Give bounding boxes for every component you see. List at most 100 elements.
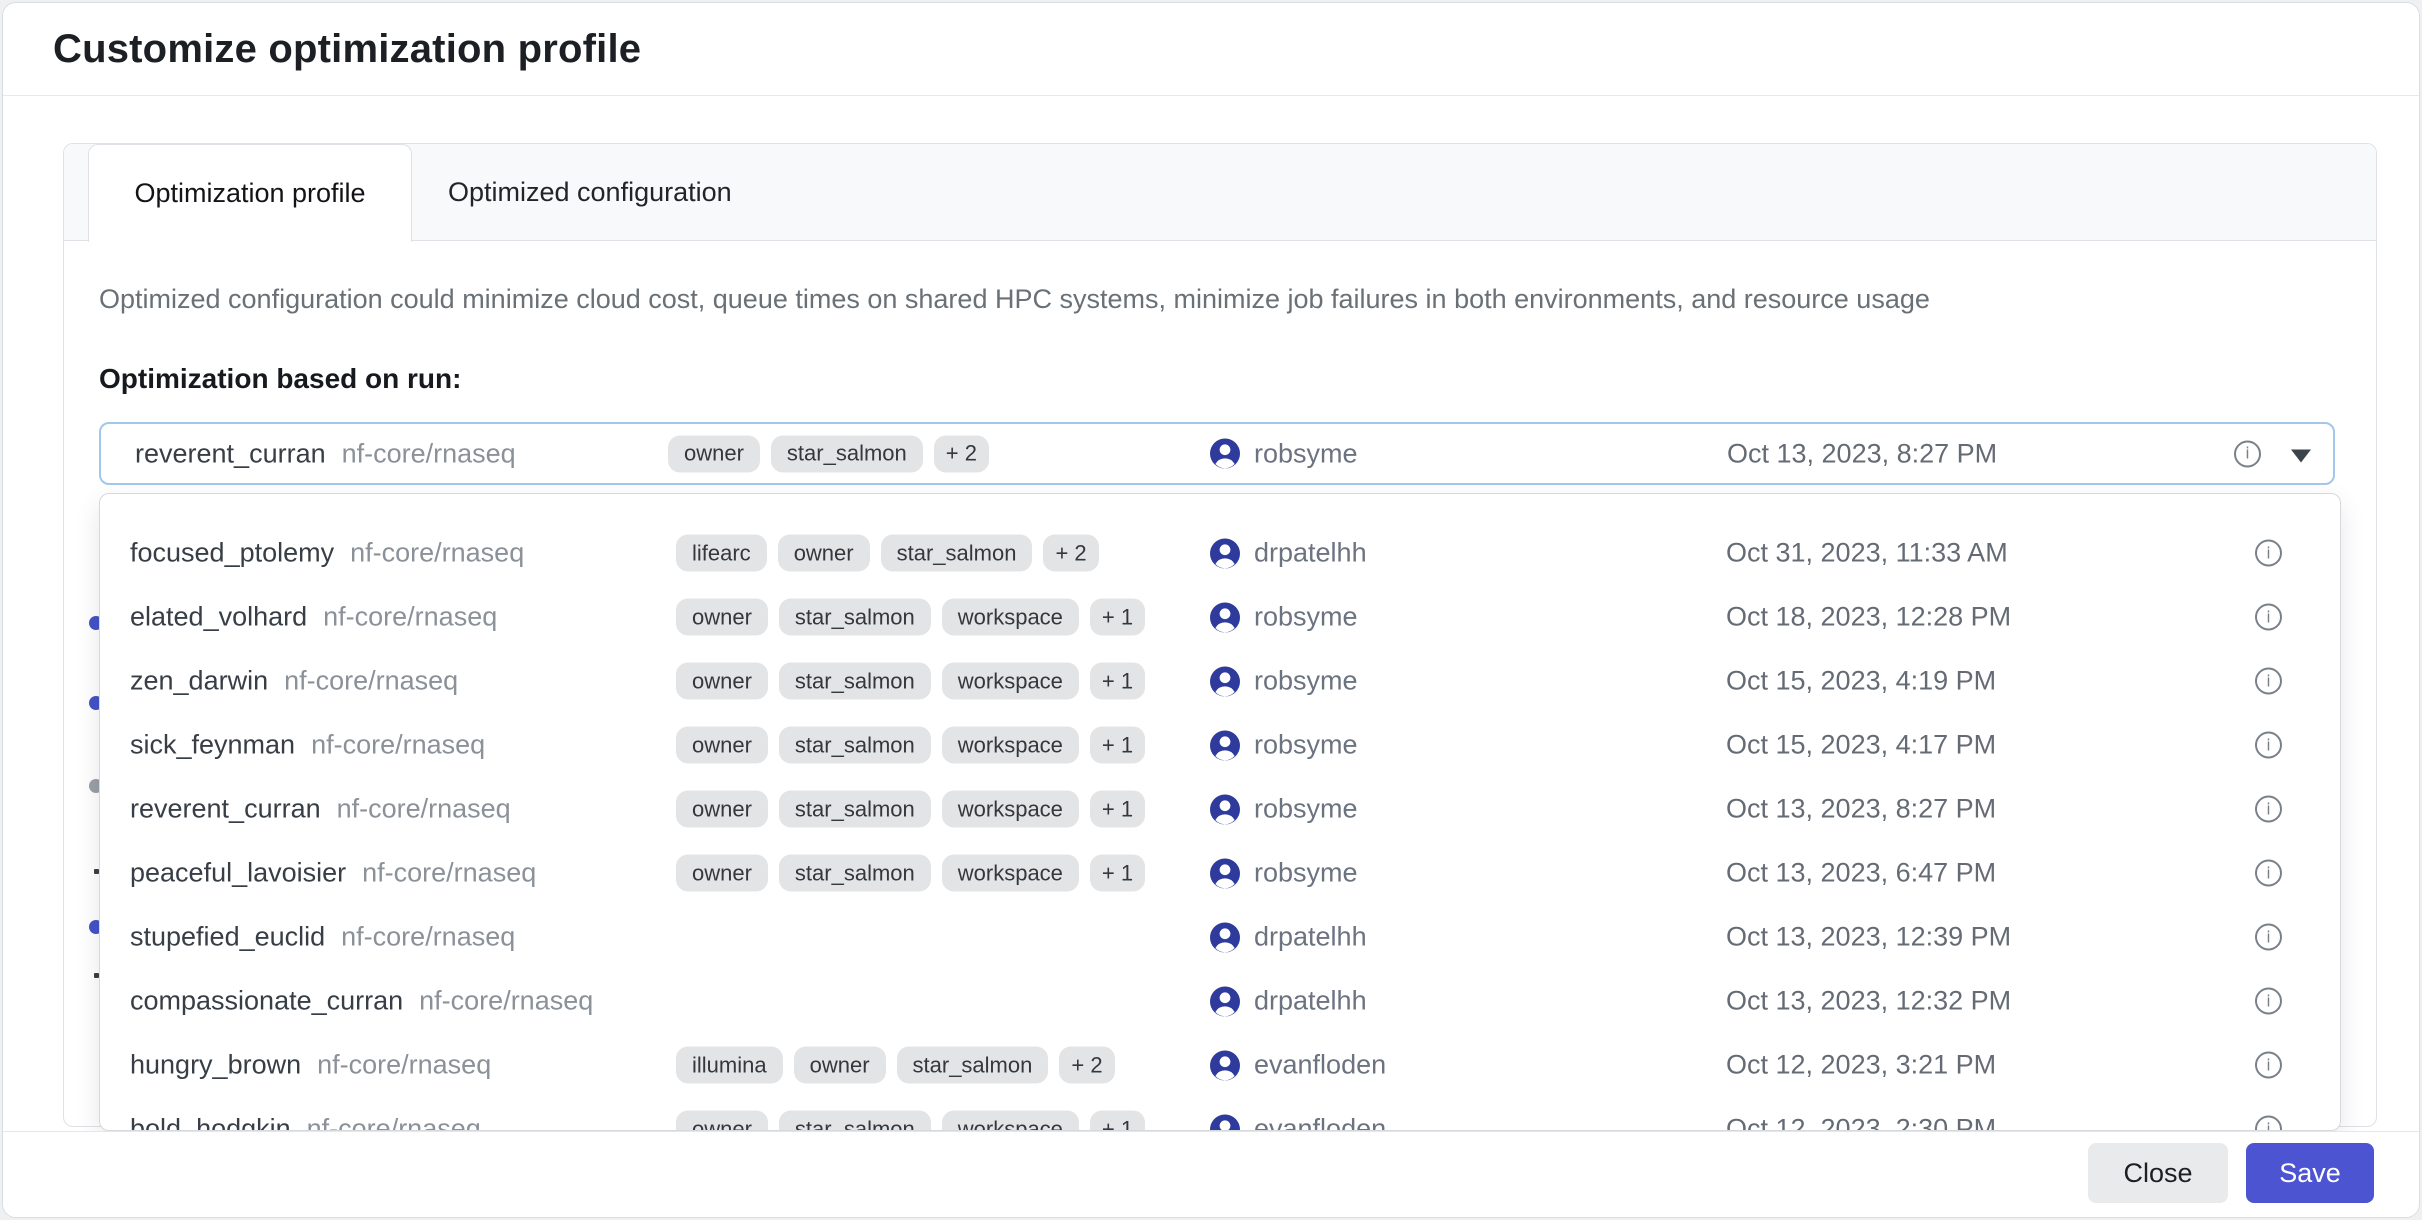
run-user-name: robsyme (1254, 730, 1358, 761)
run-name: reverent_curran (130, 794, 321, 825)
run-option[interactable]: peaceful_lavoisier nf-core/rnaseq owners… (100, 841, 2340, 905)
run-extra-tags-badge: + 1 (1090, 727, 1145, 764)
run-user-name: drpatelhh (1254, 922, 1367, 953)
run-tag: star_salmon (897, 1047, 1049, 1084)
run-user: robsyme (1210, 858, 1358, 889)
run-list: focused_ptolemy nf-core/rnaseq lifearcow… (100, 521, 2340, 1131)
run-option[interactable]: elated_volhard nf-core/rnaseq ownerstar_… (100, 585, 2340, 649)
run-extra-tags-badge: + 2 (934, 435, 989, 472)
run-name: hungry_brown (130, 1050, 301, 1081)
run-option[interactable]: reverent_curran nf-core/rnaseq ownerstar… (100, 777, 2340, 841)
run-tags: illumina owner star_salmon + 2 (676, 1047, 1115, 1084)
run-user-name: evanfloden (1254, 1114, 1386, 1132)
info-icon[interactable] (2234, 440, 2261, 467)
run-date: Oct 15, 2023, 4:17 PM (1726, 730, 1996, 761)
info-icon[interactable] (2255, 604, 2282, 631)
run-pipeline: nf-core/rnaseq (311, 730, 485, 761)
run-user-name: drpatelhh (1254, 538, 1367, 569)
run-option[interactable]: hungry_brown nf-core/rnaseq illumina owne… (100, 1033, 2340, 1097)
run-date: Oct 13, 2023, 6:47 PM (1726, 858, 1996, 889)
chevron-down-icon (2291, 449, 2311, 462)
run-tags: ownerstar_salmonworkspace+ 1 (676, 1111, 1145, 1132)
info-icon[interactable] (2255, 924, 2282, 951)
run-tags: ownerstar_salmonworkspace+ 1 (676, 663, 1145, 700)
run-tag: workspace (942, 599, 1079, 636)
run-pipeline: nf-core/rnaseq (284, 666, 458, 697)
info-icon[interactable] (2255, 540, 2282, 567)
run-date: Oct 12, 2023, 2:30 PM (1726, 1114, 1996, 1132)
info-icon[interactable] (2255, 860, 2282, 887)
run-pipeline: nf-core/rnaseq (337, 794, 511, 825)
modal-footer: Close Save (3, 1132, 2419, 1218)
run-pipeline: nf-core/rnaseq (317, 1050, 491, 1081)
run-user: drpatelhh (1210, 922, 1367, 953)
run-option[interactable]: bold_hodgkin nf-core/rnaseq ownerstar_sa… (100, 1097, 2340, 1131)
run-date: Oct 13, 2023, 12:32 PM (1726, 986, 2011, 1017)
run-pipeline: nf-core/rnaseq (419, 986, 593, 1017)
modal: Customize optimization profile Optimizat… (2, 2, 2420, 1218)
user-avatar-icon (1210, 1114, 1240, 1131)
run-tag: owner (794, 1047, 886, 1084)
run-select-control[interactable]: reverent_curran nf-core/rnaseq ownerstar… (99, 422, 2335, 485)
info-icon[interactable] (2255, 732, 2282, 759)
tab-optimized-configuration[interactable]: Optimized configuration (412, 144, 768, 240)
run-title: peaceful_lavoisier nf-core/rnaseq (130, 858, 536, 889)
run-tag: illumina (676, 1047, 783, 1084)
run-name: elated_volhard (130, 602, 307, 633)
run-pipeline: nf-core/rnaseq (307, 1114, 481, 1132)
run-pipeline: nf-core/rnaseq (362, 858, 536, 889)
run-tag: star_salmon (779, 727, 931, 764)
info-icon[interactable] (2255, 796, 2282, 823)
run-tag: owner (676, 599, 768, 636)
run-tag: star_salmon (779, 1111, 931, 1132)
run-extra-tags-badge: + 2 (1059, 1047, 1114, 1084)
run-user: evanfloden (1210, 1114, 1386, 1132)
run-title: stupefied_euclid nf-core/rnaseq (130, 922, 515, 953)
run-pipeline: nf-core/rnaseq (350, 538, 524, 569)
run-title: compassionate_curran nf-core/rnaseq (130, 986, 593, 1017)
run-option[interactable]: zen_darwin nf-core/rnaseq ownerstar_salm… (100, 649, 2340, 713)
close-button[interactable]: Close (2088, 1143, 2228, 1203)
run-tag: owner (676, 855, 768, 892)
tab-label: Optimized configuration (448, 177, 732, 208)
run-user: robsyme (1210, 730, 1358, 761)
run-option[interactable]: sick_feynman nf-core/rnaseq ownerstar_sa… (100, 713, 2340, 777)
run-user: robsyme (1210, 602, 1358, 633)
user-avatar-icon (1210, 794, 1240, 824)
run-date: Oct 13, 2023, 12:39 PM (1726, 922, 2011, 953)
selected-run-user-name: robsyme (1254, 438, 1358, 469)
run-user-name: evanfloden (1254, 1050, 1386, 1081)
tab-optimization-profile[interactable]: Optimization profile (88, 144, 412, 242)
run-tag: workspace (942, 855, 1079, 892)
run-tag: star_salmon (881, 535, 1033, 572)
run-date: Oct 18, 2023, 12:28 PM (1726, 602, 2011, 633)
save-button[interactable]: Save (2246, 1143, 2374, 1203)
run-name: bold_hodgkin (130, 1114, 291, 1132)
run-user: drpatelhh (1210, 986, 1367, 1017)
run-user: robsyme (1210, 666, 1358, 697)
run-pipeline: nf-core/rnaseq (323, 602, 497, 633)
run-user-name: drpatelhh (1254, 986, 1367, 1017)
tab-strip: Optimization profile Optimized configura… (64, 144, 2376, 241)
run-tag: workspace (942, 791, 1079, 828)
run-option[interactable]: stupefied_euclid nf-core/rnaseq drpatelh… (100, 905, 2340, 969)
run-title: reverent_curran nf-core/rnaseq (130, 794, 511, 825)
run-option[interactable]: focused_ptolemy nf-core/rnaseq lifearcow… (100, 521, 2340, 585)
run-user: drpatelhh (1210, 538, 1367, 569)
info-icon[interactable] (2255, 1116, 2282, 1132)
info-icon[interactable] (2255, 668, 2282, 695)
page-title: Customize optimization profile (53, 27, 641, 72)
run-pipeline: nf-core/rnaseq (341, 922, 515, 953)
run-title: focused_ptolemy nf-core/rnaseq (130, 538, 524, 569)
run-user-name: robsyme (1254, 666, 1358, 697)
selected-run-pipeline: nf-core/rnaseq (342, 438, 516, 469)
info-icon[interactable] (2255, 1052, 2282, 1079)
run-option[interactable]: compassionate_curran nf-core/rnaseq drpa… (100, 969, 2340, 1033)
run-user: evanfloden (1210, 1050, 1386, 1081)
user-avatar-icon (1210, 602, 1240, 632)
selected-run-date: Oct 13, 2023, 8:27 PM (1727, 438, 1997, 469)
run-extra-tags-badge: + 1 (1090, 663, 1145, 700)
run-tags: ownerstar_salmonworkspace+ 1 (676, 599, 1145, 636)
run-title: bold_hodgkin nf-core/rnaseq (130, 1114, 481, 1132)
info-icon[interactable] (2255, 988, 2282, 1015)
